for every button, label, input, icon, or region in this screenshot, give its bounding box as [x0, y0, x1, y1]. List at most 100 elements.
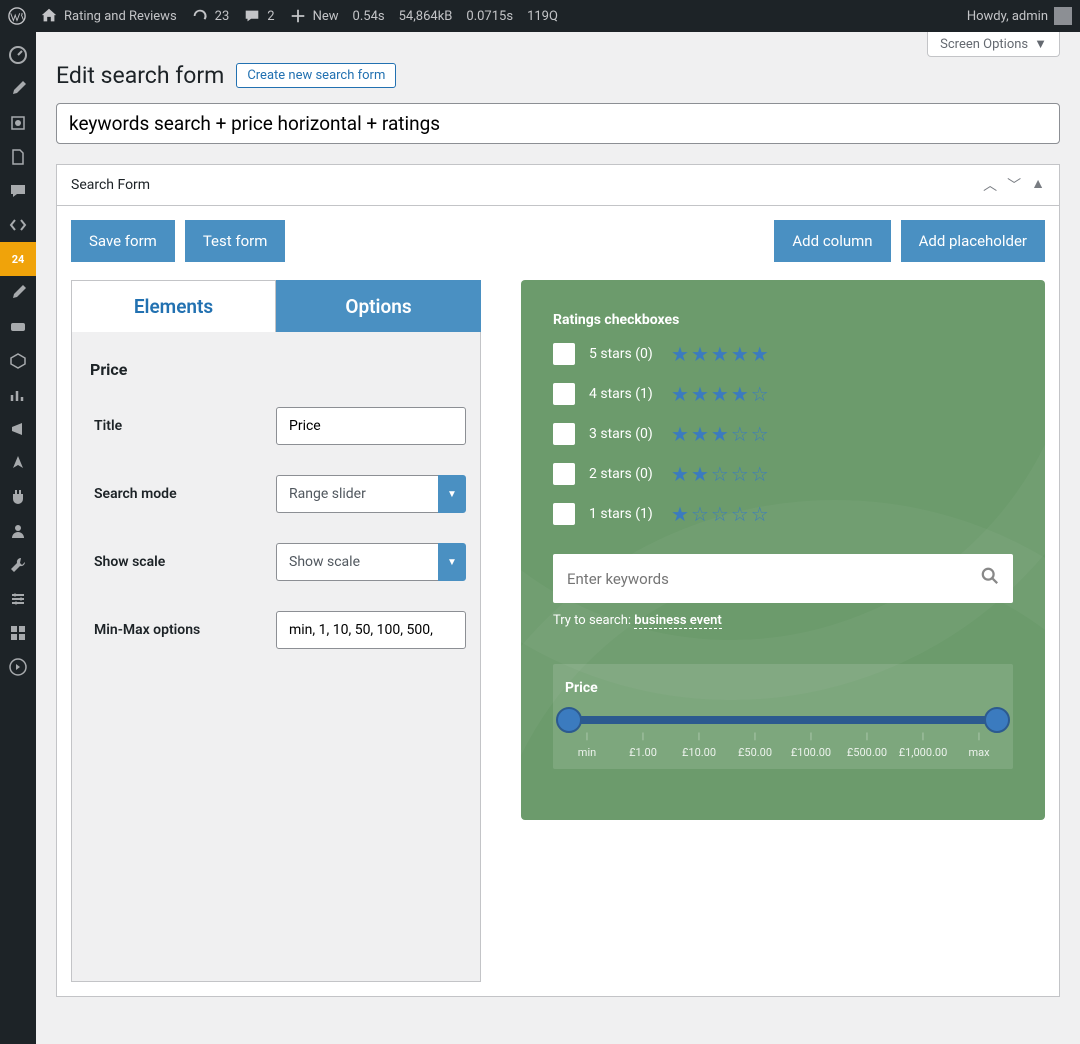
- menu-woo[interactable]: [0, 310, 36, 344]
- star-icon: ★: [691, 342, 709, 366]
- star-icon: ★: [691, 422, 709, 446]
- tab-options[interactable]: Options: [276, 280, 481, 332]
- rating-label: 3 stars (0): [589, 426, 657, 442]
- updates-link[interactable]: 23: [191, 7, 230, 25]
- star-icon: ★: [711, 422, 729, 446]
- search-icon[interactable]: [981, 566, 999, 591]
- rating-checkbox[interactable]: [553, 463, 575, 485]
- star-icon: ☆: [751, 422, 769, 446]
- caret-up-icon[interactable]: ▲: [1031, 175, 1045, 195]
- star-icon: ☆: [751, 382, 769, 406]
- menu-pin[interactable]: [0, 276, 36, 310]
- admin-bar: Rating and Reviews 23 2 New 0.54s 54,864…: [0, 0, 1080, 32]
- save-form-button[interactable]: Save form: [71, 220, 175, 262]
- price-slider-box: Price |min|£1.00|£10.00|£50.00|£100.00|£…: [553, 664, 1013, 769]
- chevron-up-icon[interactable]: ︿: [983, 175, 997, 195]
- rating-checkbox[interactable]: [553, 383, 575, 405]
- field-label-title: Title: [86, 418, 276, 434]
- field-label-search-mode: Search mode: [86, 486, 276, 502]
- slider-handle-min[interactable]: [556, 707, 582, 733]
- price-range-slider[interactable]: [569, 716, 997, 724]
- panel-title: Search Form: [71, 177, 150, 193]
- slider-tick: |£1.00: [615, 732, 671, 759]
- star-icon: ★: [671, 342, 689, 366]
- slider-tick: |max: [951, 732, 1007, 759]
- screen-options-button[interactable]: Screen Options▼: [927, 32, 1060, 57]
- star-icon: ★: [691, 382, 709, 406]
- slider-handle-max[interactable]: [984, 707, 1010, 733]
- search-mode-select[interactable]: Range slider: [276, 475, 438, 513]
- create-new-form-button[interactable]: Create new search form: [236, 63, 396, 88]
- keyword-search-box: [553, 554, 1013, 603]
- star-icon: ★: [751, 342, 769, 366]
- avatar: [1054, 7, 1072, 25]
- menu-tools[interactable]: [0, 548, 36, 582]
- minmax-input[interactable]: [276, 611, 466, 649]
- perf-time: 0.54s: [353, 9, 385, 24]
- try-search-link[interactable]: business event: [634, 613, 721, 629]
- field-label-minmax: Min-Max options: [86, 622, 276, 638]
- show-scale-dropdown-button[interactable]: ▼: [438, 543, 466, 581]
- rating-label: 1 stars (1): [589, 506, 657, 522]
- star-icon: ★: [731, 382, 749, 406]
- rating-label: 5 stars (0): [589, 346, 657, 362]
- star-icon: ☆: [731, 462, 749, 486]
- rating-label: 4 stars (1): [589, 386, 657, 402]
- add-placeholder-button[interactable]: Add placeholder: [901, 220, 1045, 262]
- star-icon: ☆: [691, 502, 709, 526]
- menu-plugins[interactable]: [0, 480, 36, 514]
- comments-link[interactable]: 2: [243, 7, 274, 25]
- title-input[interactable]: [276, 407, 466, 445]
- rating-row: 4 stars (1)★★★★☆: [553, 382, 1013, 406]
- rating-checkbox[interactable]: [553, 423, 575, 445]
- wp-logo-icon[interactable]: [8, 7, 26, 25]
- menu-active[interactable]: 24: [0, 242, 36, 276]
- menu-pages[interactable]: [0, 140, 36, 174]
- add-column-button[interactable]: Add column: [774, 220, 890, 262]
- menu-appearance[interactable]: [0, 446, 36, 480]
- star-icon: ★: [691, 462, 709, 486]
- keyword-search-input[interactable]: [567, 570, 981, 588]
- ratings-title: Ratings checkboxes: [553, 312, 1013, 328]
- rating-row: 2 stars (0)★★☆☆☆: [553, 462, 1013, 486]
- star-icon: ☆: [751, 502, 769, 526]
- page-title: Edit search form: [56, 62, 224, 89]
- form-name-input[interactable]: [56, 103, 1060, 144]
- menu-products[interactable]: [0, 344, 36, 378]
- rating-checkbox[interactable]: [553, 343, 575, 365]
- menu-grid[interactable]: [0, 616, 36, 650]
- star-icon: ☆: [731, 422, 749, 446]
- menu-users[interactable]: [0, 514, 36, 548]
- menu-analytics[interactable]: [0, 378, 36, 412]
- test-form-button[interactable]: Test form: [185, 220, 286, 262]
- rating-checkbox[interactable]: [553, 503, 575, 525]
- menu-code[interactable]: [0, 208, 36, 242]
- menu-marketing[interactable]: [0, 412, 36, 446]
- chevron-down-icon[interactable]: ﹀: [1007, 175, 1021, 195]
- price-slider-title: Price: [565, 680, 1001, 696]
- rating-label: 2 stars (0): [589, 466, 657, 482]
- star-icon: ★: [671, 462, 689, 486]
- menu-dashboard[interactable]: [0, 38, 36, 72]
- menu-comments[interactable]: [0, 174, 36, 208]
- tab-elements[interactable]: Elements: [71, 280, 276, 332]
- show-scale-select[interactable]: Show scale: [276, 543, 438, 581]
- site-link[interactable]: Rating and Reviews: [40, 7, 177, 25]
- star-icon: ★: [671, 502, 689, 526]
- star-icon: ★: [711, 382, 729, 406]
- search-mode-dropdown-button[interactable]: ▼: [438, 475, 466, 513]
- chevron-down-icon: ▼: [1034, 36, 1047, 52]
- new-link[interactable]: New: [289, 7, 339, 25]
- star-icon: ★: [671, 382, 689, 406]
- howdy-link[interactable]: Howdy, admin: [967, 7, 1072, 25]
- perf-time2: 0.0715s: [466, 9, 513, 24]
- menu-posts[interactable]: [0, 72, 36, 106]
- star-icon: ☆: [751, 462, 769, 486]
- slider-tick: |£500.00: [839, 732, 895, 759]
- menu-collapse[interactable]: [0, 650, 36, 684]
- menu-media[interactable]: [0, 106, 36, 140]
- admin-sidemenu: 24: [0, 32, 36, 1044]
- rating-row: 1 stars (1)★☆☆☆☆: [553, 502, 1013, 526]
- slider-tick: |min: [559, 732, 615, 759]
- menu-settings[interactable]: [0, 582, 36, 616]
